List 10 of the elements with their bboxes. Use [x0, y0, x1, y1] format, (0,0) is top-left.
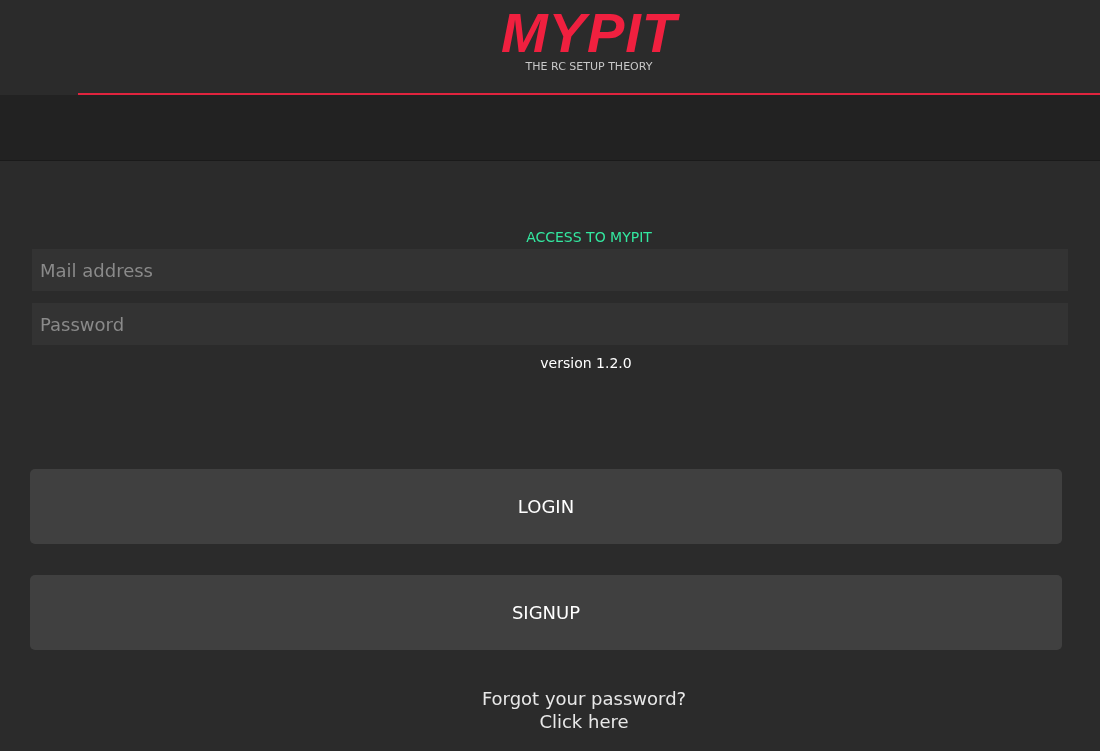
logo: MYPIT — [500, 4, 678, 62]
forgot-text: Forgot your password? — [481, 688, 687, 709]
action-button[interactable]: LOGIN — [30, 469, 1062, 544]
input-field[interactable]: Mail address — [32, 249, 1068, 291]
form-heading: ACCESS TO MYPIT — [526, 229, 652, 245]
action-button[interactable]: SIGNUP — [30, 575, 1062, 650]
click-here-link[interactable]: Click here — [539, 711, 629, 732]
tagline: THE RC SETUP THEORY — [525, 60, 653, 73]
version-text: version 1.2.0 — [540, 355, 632, 371]
input-field[interactable]: Password — [32, 303, 1068, 345]
